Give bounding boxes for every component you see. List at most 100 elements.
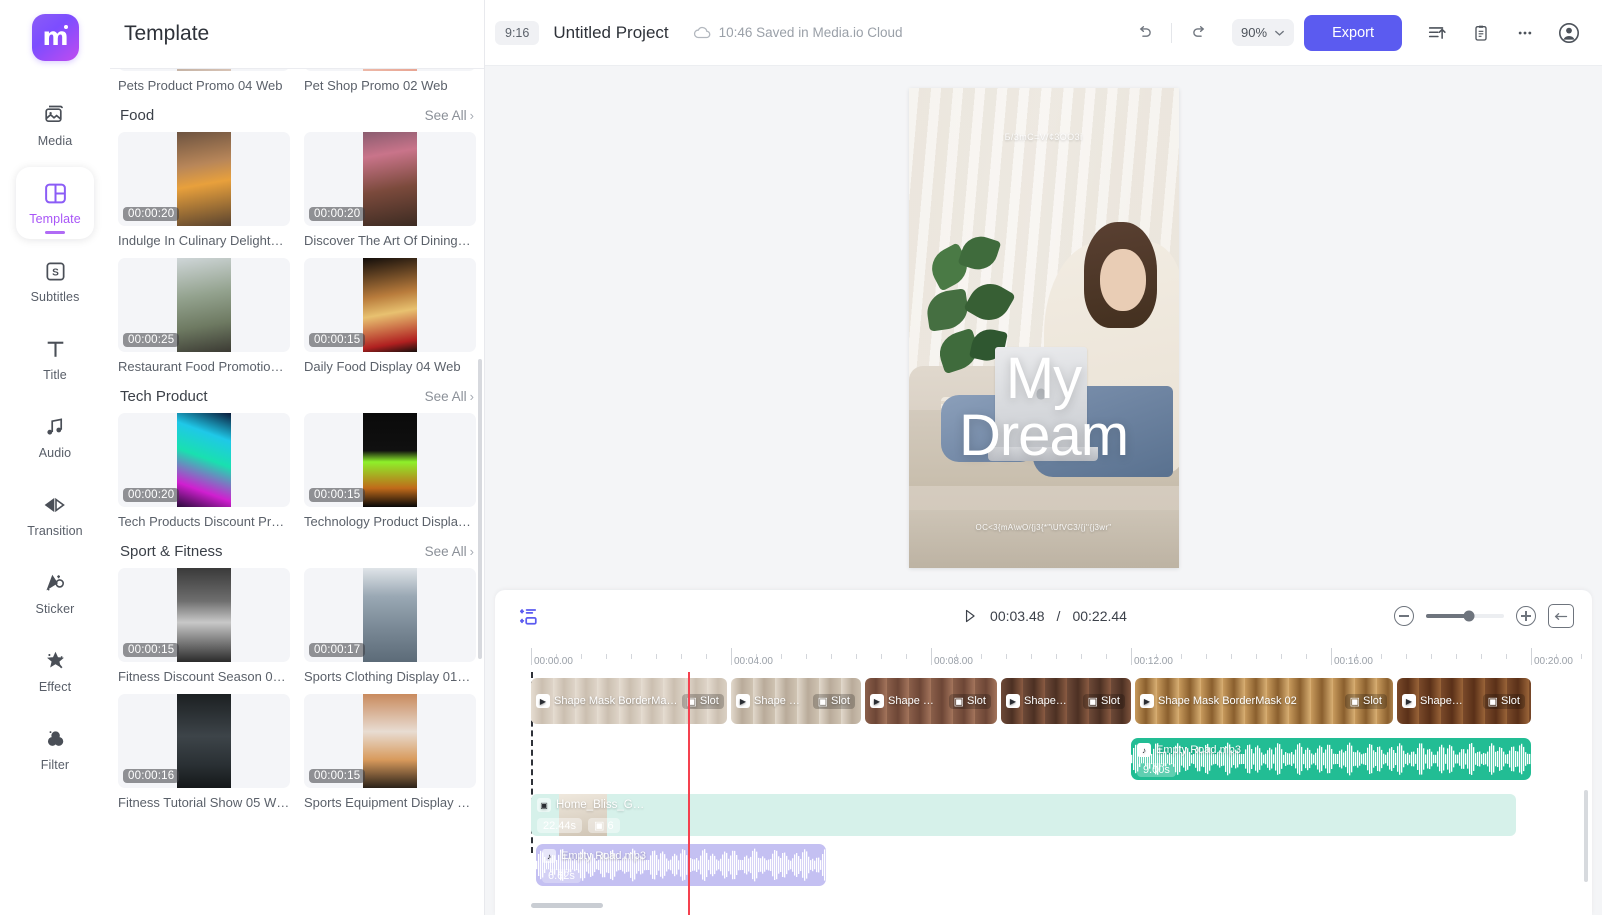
ruler-tick: [1481, 654, 1482, 659]
template-thumbnail: [304, 69, 476, 71]
timeline-video-clip[interactable]: ▣ Home_Bliss_G… 22.44s ▣ 6: [531, 794, 1516, 836]
sidebar-item-template[interactable]: Template: [16, 167, 94, 239]
video-player[interactable]: Б/3mC=V/¢3OO3i My Dream OC<3{mA\wO/{j3{*…: [909, 88, 1179, 568]
template-thumbnail: 00:00:20: [118, 132, 290, 226]
sidebar-item-label: Template: [29, 212, 81, 226]
ruler-label: 00:08.00: [931, 656, 973, 667]
share-upload-icon[interactable]: [1420, 16, 1454, 50]
see-all-tech-button[interactable]: See All ›: [425, 389, 474, 404]
zoom-slider-knob[interactable]: [1463, 611, 1474, 622]
ruler-tick: [1006, 654, 1007, 659]
media-icon: [43, 102, 67, 128]
sidebar-item-subtitles[interactable]: S Subtitles: [16, 245, 94, 317]
title-icon: [43, 336, 68, 362]
ruler-tick: [1581, 654, 1582, 659]
current-time: 00:03.48: [990, 608, 1045, 624]
ruler-tick: [906, 654, 907, 659]
toolbar-divider: [1171, 23, 1172, 43]
clip-label: ▶Shape…▣Slot: [1397, 694, 1531, 709]
clipboard-icon[interactable]: [1464, 16, 1498, 50]
template-card[interactable]: 00:00:15 Sports Equipment Display …: [304, 694, 476, 810]
ruler-tick: [1456, 654, 1457, 659]
track-settings-icon[interactable]: [517, 605, 540, 628]
sidebar-item-label: Sticker: [36, 602, 75, 616]
timeline-horizontal-scrollbar[interactable]: [531, 903, 603, 908]
clip-label: ▶Shape Mask BorderMa…▣Slot: [531, 694, 727, 709]
sidebar-item-audio[interactable]: Audio: [16, 401, 94, 473]
chevron-down-icon: [1274, 29, 1285, 37]
template-card[interactable]: Pets Product Promo 04 Web: [118, 69, 290, 93]
subtitles-icon: S: [44, 258, 67, 284]
ruler-tick: [1431, 654, 1432, 659]
more-options-icon[interactable]: [1508, 16, 1542, 50]
template-scroll-area[interactable]: Pets Product Promo 04 Web Pet Shop Promo…: [118, 69, 476, 915]
timeline-playhead[interactable]: [688, 672, 690, 915]
timeline-clip[interactable]: ▶Shape …▣Slot: [865, 678, 997, 724]
template-card[interactable]: 00:00:15 Technology Product Displa…: [304, 413, 476, 529]
see-all-label: See All: [425, 108, 467, 123]
template-card[interactable]: 00:00:15 Fitness Discount Season 0…: [118, 568, 290, 684]
zoom-out-icon[interactable]: [1394, 606, 1414, 626]
template-card[interactable]: 00:00:20 Tech Products Discount Pr…: [118, 413, 290, 529]
sidebar-item-sticker[interactable]: Sticker: [16, 557, 94, 629]
timeline-clip[interactable]: ▶Shape…▣Slot: [1397, 678, 1531, 724]
audio-clip-name: Empty Road.mp3: [1156, 744, 1241, 756]
template-card[interactable]: 00:00:20 Indulge In Culinary Delight…: [118, 132, 290, 248]
template-card[interactable]: 00:00:17 Sports Clothing Display 01…: [304, 568, 476, 684]
play-clip-icon: ▶: [1006, 694, 1020, 708]
video-clip-label: ▣ Home_Bliss_G…: [537, 798, 644, 812]
timeline-vertical-scrollbar[interactable]: [1584, 790, 1588, 882]
play-clip-icon: ▶: [736, 694, 750, 708]
logo-dot-icon: [64, 25, 68, 29]
template-name: Pet Shop Promo 02 Web: [304, 78, 476, 93]
timeline-clip[interactable]: ▶Shape Mask BorderMa…▣Slot: [531, 678, 727, 724]
zoom-in-icon[interactable]: [1516, 606, 1536, 626]
export-button[interactable]: Export: [1304, 15, 1402, 51]
sidebar-item-filter[interactable]: Filter: [16, 713, 94, 785]
template-card[interactable]: 00:00:25 Restaurant Food Promotio…: [118, 258, 290, 374]
undo-button[interactable]: [1127, 16, 1161, 50]
clip-name: Shape …: [888, 695, 934, 707]
ruler-tick: [1306, 654, 1307, 659]
rail-items: Media Template S: [0, 89, 110, 791]
template-card[interactable]: Pet Shop Promo 02 Web: [304, 69, 476, 93]
zoom-level-dropdown[interactable]: 90%: [1232, 19, 1294, 46]
see-all-sport-button[interactable]: See All ›: [425, 544, 474, 559]
sidebar-item-label: Title: [43, 368, 67, 382]
timeline-clip[interactable]: ▶Shape …▣Slot: [731, 678, 861, 724]
sidebar-item-title[interactable]: Title: [16, 323, 94, 395]
aspect-ratio-button[interactable]: 9:16: [495, 21, 539, 45]
template-card[interactable]: 00:00:20 Discover The Art Of Dining…: [304, 132, 476, 248]
sidebar-item-effect[interactable]: Effect: [16, 635, 94, 707]
clip-label: ▶Shape …▣Slot: [731, 694, 861, 709]
timeline-audio-clip-2[interactable]: ♪ Empty Road.mp3 6.62s: [536, 844, 826, 886]
app-logo[interactable]: m: [32, 14, 79, 61]
timeline-zoom-slider[interactable]: [1426, 614, 1504, 618]
timeline-ruler[interactable]: 00:00.0000:04.0000:08.0000:12.0000:16.00…: [495, 642, 1592, 672]
ruler-tick: [631, 654, 632, 659]
project-name-input[interactable]: Untitled Project: [553, 23, 668, 43]
play-icon[interactable]: [960, 607, 978, 625]
panel-body: Pets Product Promo 04 Web Pet Shop Promo…: [110, 69, 484, 915]
sidebar-item-media[interactable]: Media: [16, 89, 94, 161]
duration-badge: 00:00:17: [309, 643, 365, 657]
template-panel-scrollbar[interactable]: [478, 359, 482, 659]
template-grid-food: 00:00:20 Indulge In Culinary Delight… 00…: [118, 132, 476, 374]
timeline-clip[interactable]: ▶Shape Mask BorderMask 02▣Slot: [1135, 678, 1393, 724]
audio-clip-duration: 9.00s: [1137, 763, 1176, 777]
account-avatar-icon[interactable]: [1552, 16, 1586, 50]
timeline-clip[interactable]: ▶Shape…▣Slot: [1001, 678, 1131, 724]
preview-title-text: My Dream: [909, 351, 1179, 465]
see-all-food-button[interactable]: See All ›: [425, 108, 474, 123]
redo-button[interactable]: [1182, 16, 1216, 50]
left-rail: m Media: [0, 0, 110, 915]
video-clip-slot-count: ▣ 6: [588, 818, 620, 833]
fit-to-screen-icon[interactable]: [1548, 604, 1574, 628]
svg-text:S: S: [52, 267, 59, 278]
sidebar-item-transition[interactable]: Transition: [16, 479, 94, 551]
template-card[interactable]: 00:00:16 Fitness Tutorial Show 05 W…: [118, 694, 290, 810]
template-card[interactable]: 00:00:15 Daily Food Display 04 Web: [304, 258, 476, 374]
timeline-audio-clip[interactable]: ♪ Empty Road.mp3 9.00s: [1131, 738, 1531, 780]
slot-label: Slot: [1501, 695, 1520, 707]
template-name: Tech Products Discount Pr…: [118, 514, 290, 529]
